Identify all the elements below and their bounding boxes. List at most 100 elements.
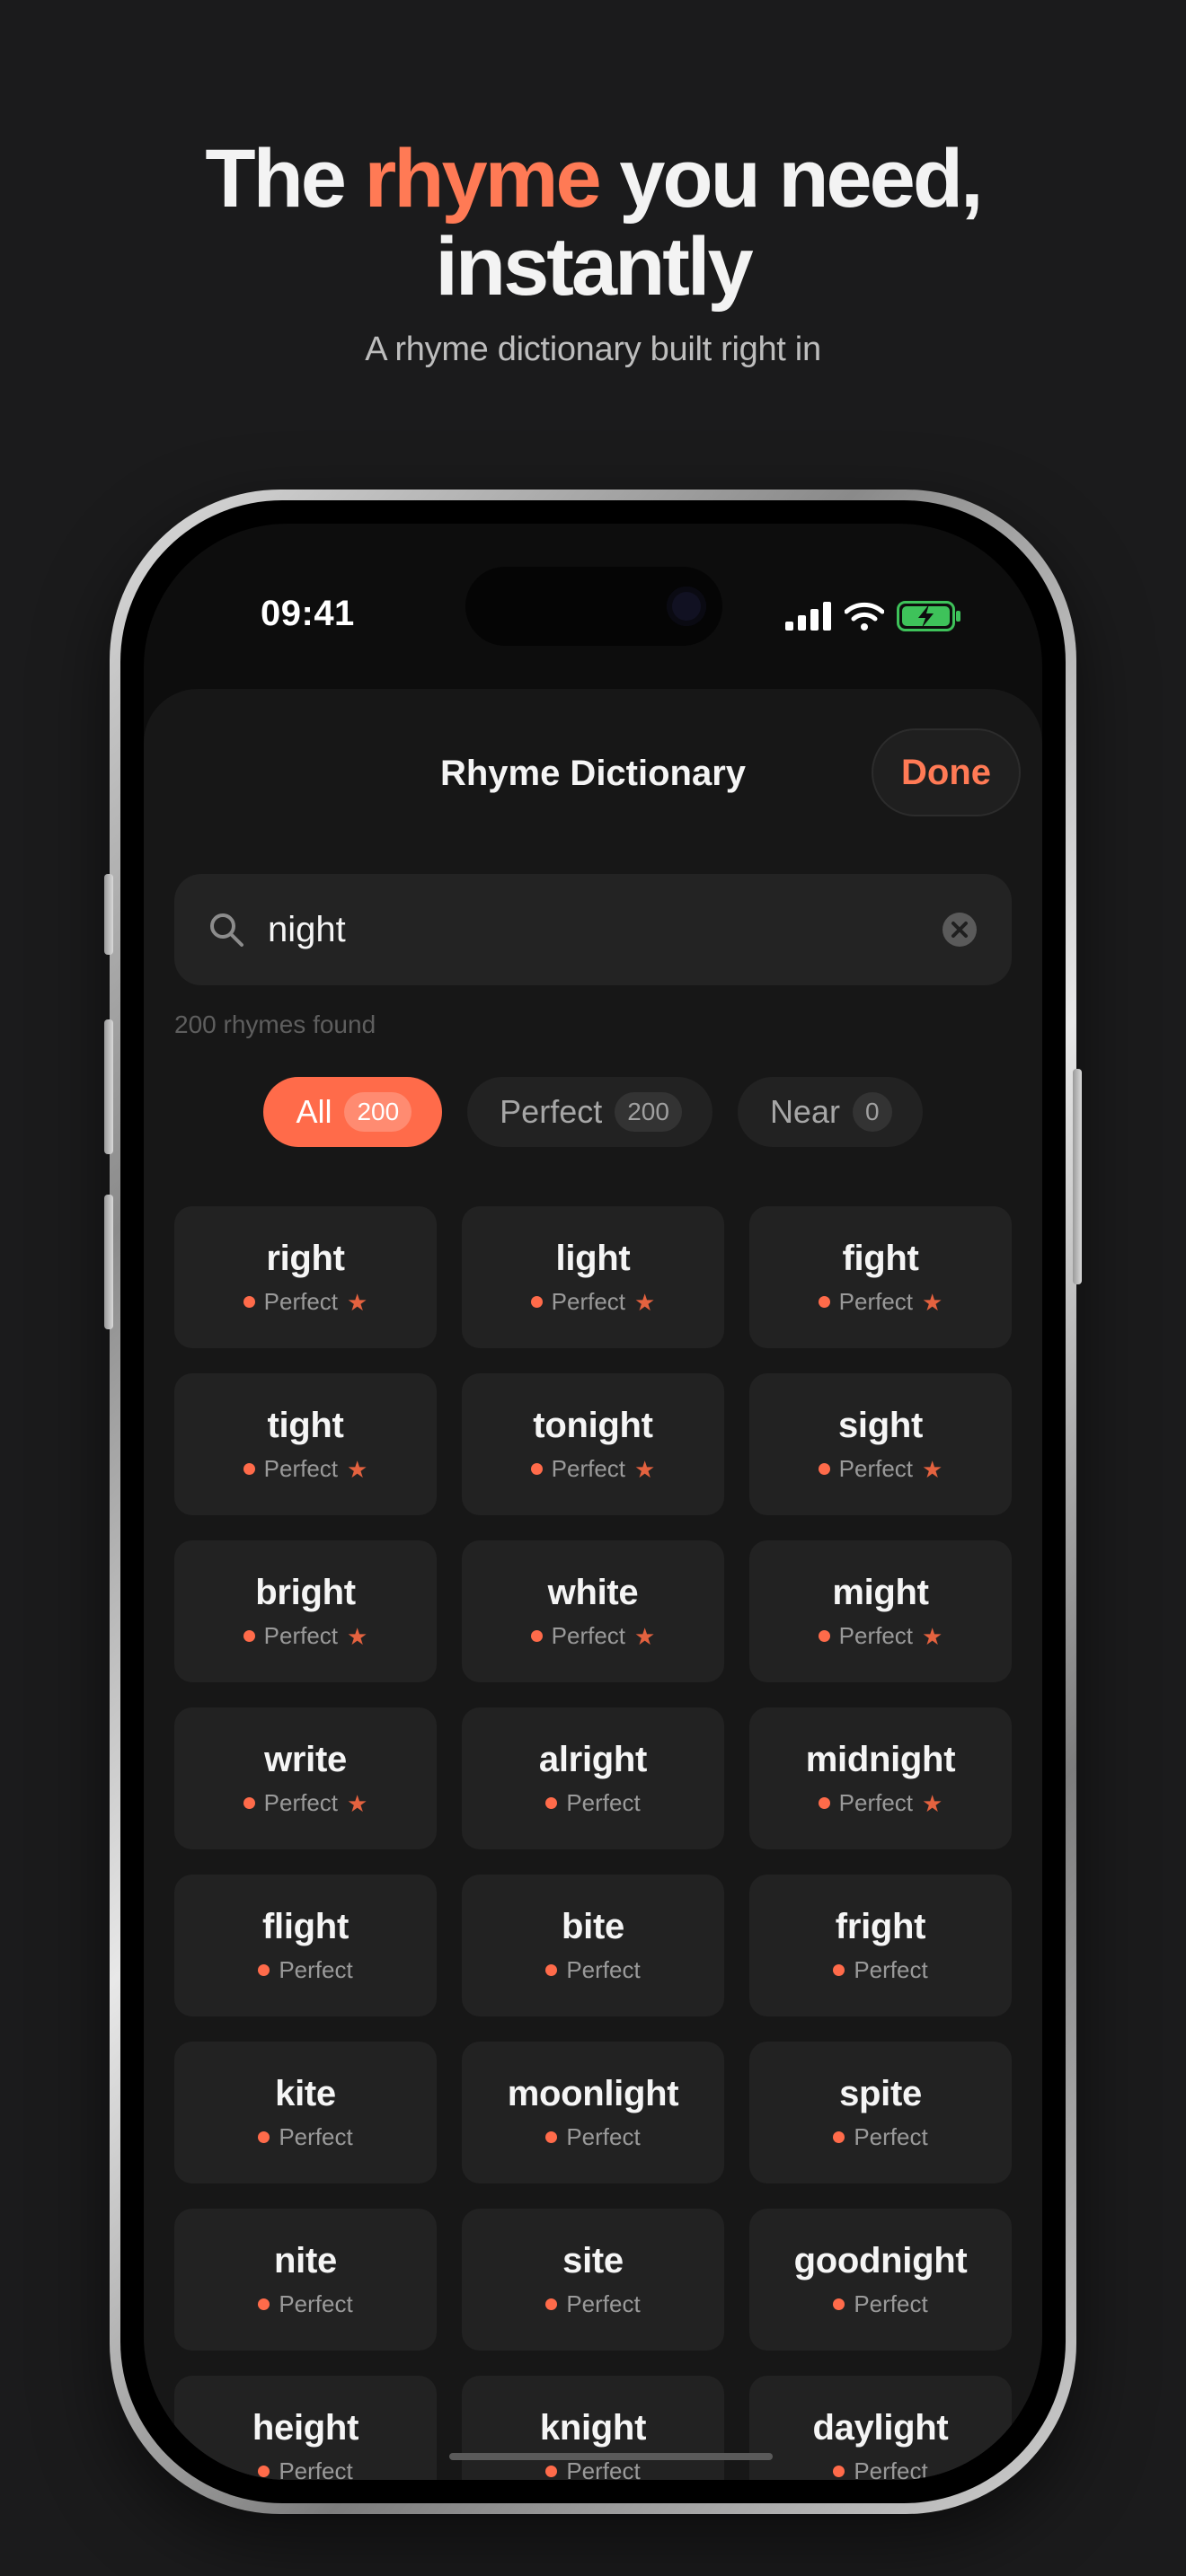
rhyme-card[interactable]: alright Perfect	[462, 1707, 724, 1849]
filter-chips: All 200 Perfect 200 Near 0	[144, 1077, 1042, 1147]
status-time: 09:41	[261, 594, 355, 633]
filter-chip-perfect[interactable]: Perfect 200	[467, 1077, 712, 1147]
rhyme-card[interactable]: site Perfect	[462, 2209, 724, 2351]
rhyme-card[interactable]: daylight Perfect	[749, 2376, 1012, 2480]
clear-icon[interactable]	[942, 912, 978, 948]
rhyme-type-dot	[545, 2131, 558, 2143]
rhyme-meta: Perfect ★	[530, 1455, 655, 1483]
rhyme-word: bite	[562, 1907, 624, 1946]
rhyme-word: might	[832, 1573, 929, 1612]
star-icon: ★	[634, 1622, 656, 1650]
rhyme-card[interactable]: goodnight Perfect	[749, 2209, 1012, 2351]
rhyme-type-dot	[818, 1463, 830, 1475]
rhyme-card[interactable]: fright Perfect	[749, 1875, 1012, 2016]
camera-icon	[667, 587, 706, 626]
result-count: 200 rhymes found	[174, 1010, 376, 1038]
rhyme-word: bright	[255, 1573, 356, 1612]
star-icon: ★	[347, 1455, 368, 1483]
rhyme-word: write	[264, 1740, 347, 1779]
rhyme-card[interactable]: white Perfect ★	[462, 1540, 724, 1682]
signal-icon	[785, 602, 831, 631]
hero-header: The rhyme you need, instantly A rhyme di…	[0, 135, 1186, 369]
rhyme-meta: Perfect ★	[530, 1288, 656, 1316]
rhyme-word: goodnight	[793, 2241, 968, 2280]
rhyme-type-dot	[258, 2466, 270, 2477]
rhyme-type-dot	[258, 1964, 270, 1976]
rhyme-type: Perfect	[838, 1455, 914, 1482]
rhyme-type-dot	[545, 2466, 558, 2477]
filter-chip-label: Near	[769, 1093, 840, 1130]
rhyme-card[interactable]: light Perfect ★	[462, 1206, 724, 1348]
rhyme-meta: Perfect ★	[243, 1789, 367, 1817]
hero-title-end: you need,	[598, 133, 983, 225]
star-icon: ★	[922, 1288, 943, 1316]
rhyme-card[interactable]: bite Perfect	[462, 1875, 724, 2016]
star-icon: ★	[347, 1288, 368, 1316]
rhyme-card[interactable]: kite Perfect	[174, 2042, 437, 2183]
rhyme-type: Perfect	[566, 2123, 641, 2150]
rhyme-type-dot	[545, 2298, 558, 2310]
rhyme-word: light	[555, 1239, 631, 1278]
rhyme-card[interactable]: tonight Perfect ★	[462, 1373, 724, 1515]
rhyme-card[interactable]: nite Perfect	[174, 2209, 437, 2351]
rhyme-card[interactable]: flight Perfect	[174, 1875, 437, 2016]
filter-chip-all[interactable]: All 200	[263, 1077, 443, 1147]
rhyme-meta: Perfect	[545, 2457, 641, 2480]
rhyme-word: height	[252, 2408, 359, 2448]
rhyme-card[interactable]: spite Perfect	[749, 2042, 1012, 2183]
rhyme-type: Perfect	[279, 2290, 353, 2317]
rhyme-card[interactable]: right Perfect ★	[174, 1206, 437, 1348]
rhyme-type-dot	[818, 1296, 830, 1308]
filter-chip-near[interactable]: Near 0	[737, 1077, 923, 1147]
rhyme-word: knight	[539, 2408, 647, 2448]
rhyme-card[interactable]: moonlight Perfect	[462, 2042, 724, 2183]
rhyme-grid: right Perfect ★ light Perfect ★ fight Perfect ★ t…	[174, 1206, 1012, 2480]
rhyme-meta: Perfect	[833, 2457, 928, 2480]
phone-frame: 09:41 Rhyme Dictionary Done night 200 rh…	[104, 490, 1082, 2514]
rhyme-word: fight	[842, 1239, 919, 1278]
rhyme-meta: Perfect	[545, 2123, 641, 2151]
rhyme-type-dot	[530, 1463, 543, 1475]
rhyme-sheet: Rhyme Dictionary Done night 200 rhymes f…	[144, 689, 1042, 2480]
rhyme-type: Perfect	[279, 2123, 353, 2150]
search-icon	[210, 913, 243, 947]
rhyme-meta: Perfect	[833, 1956, 928, 1984]
rhyme-card[interactable]: knight Perfect	[462, 2376, 724, 2480]
rhyme-type-dot	[243, 1797, 255, 1809]
hero-title-line2: instantly	[435, 221, 753, 313]
rhyme-card[interactable]: write Perfect ★	[174, 1707, 437, 1849]
rhyme-meta: Perfect	[258, 1956, 353, 1984]
star-icon: ★	[922, 1789, 943, 1817]
rhyme-type-dot	[818, 1630, 830, 1642]
rhyme-card[interactable]: bright Perfect ★	[174, 1540, 437, 1682]
search-field[interactable]: night	[174, 874, 1012, 985]
rhyme-word: tonight	[533, 1406, 653, 1445]
volume-up-button	[104, 1019, 113, 1154]
rhyme-type: Perfect	[279, 1956, 353, 1983]
rhyme-card[interactable]: fight Perfect ★	[749, 1206, 1012, 1348]
status-icons	[785, 601, 961, 631]
rhyme-card[interactable]: sight Perfect ★	[749, 1373, 1012, 1515]
rhyme-card[interactable]: might Perfect ★	[749, 1540, 1012, 1682]
rhyme-type: Perfect	[838, 1622, 914, 1649]
filter-chip-count: 200	[615, 1092, 682, 1132]
rhyme-type-dot	[243, 1463, 255, 1475]
done-button[interactable]: Done	[872, 728, 1021, 816]
rhyme-word: spite	[839, 2074, 922, 2113]
rhyme-meta: Perfect ★	[530, 1622, 656, 1650]
rhyme-card[interactable]: midnight Perfect ★	[749, 1707, 1012, 1849]
rhyme-word: white	[547, 1573, 639, 1612]
rhyme-type: Perfect	[263, 1288, 339, 1315]
rhyme-card[interactable]: height Perfect	[174, 2376, 437, 2480]
rhyme-type-dot	[530, 1296, 543, 1308]
rhyme-type: Perfect	[854, 2290, 928, 2317]
rhyme-type: Perfect	[566, 2290, 641, 2317]
rhyme-word: midnight	[805, 1740, 956, 1779]
rhyme-word: tight	[267, 1406, 344, 1445]
rhyme-word: moonlight	[507, 2074, 679, 2113]
star-icon: ★	[634, 1288, 656, 1316]
rhyme-type-dot	[818, 1797, 830, 1809]
rhyme-type-dot	[243, 1296, 255, 1308]
search-input[interactable]: night	[268, 910, 942, 950]
rhyme-card[interactable]: tight Perfect ★	[174, 1373, 437, 1515]
